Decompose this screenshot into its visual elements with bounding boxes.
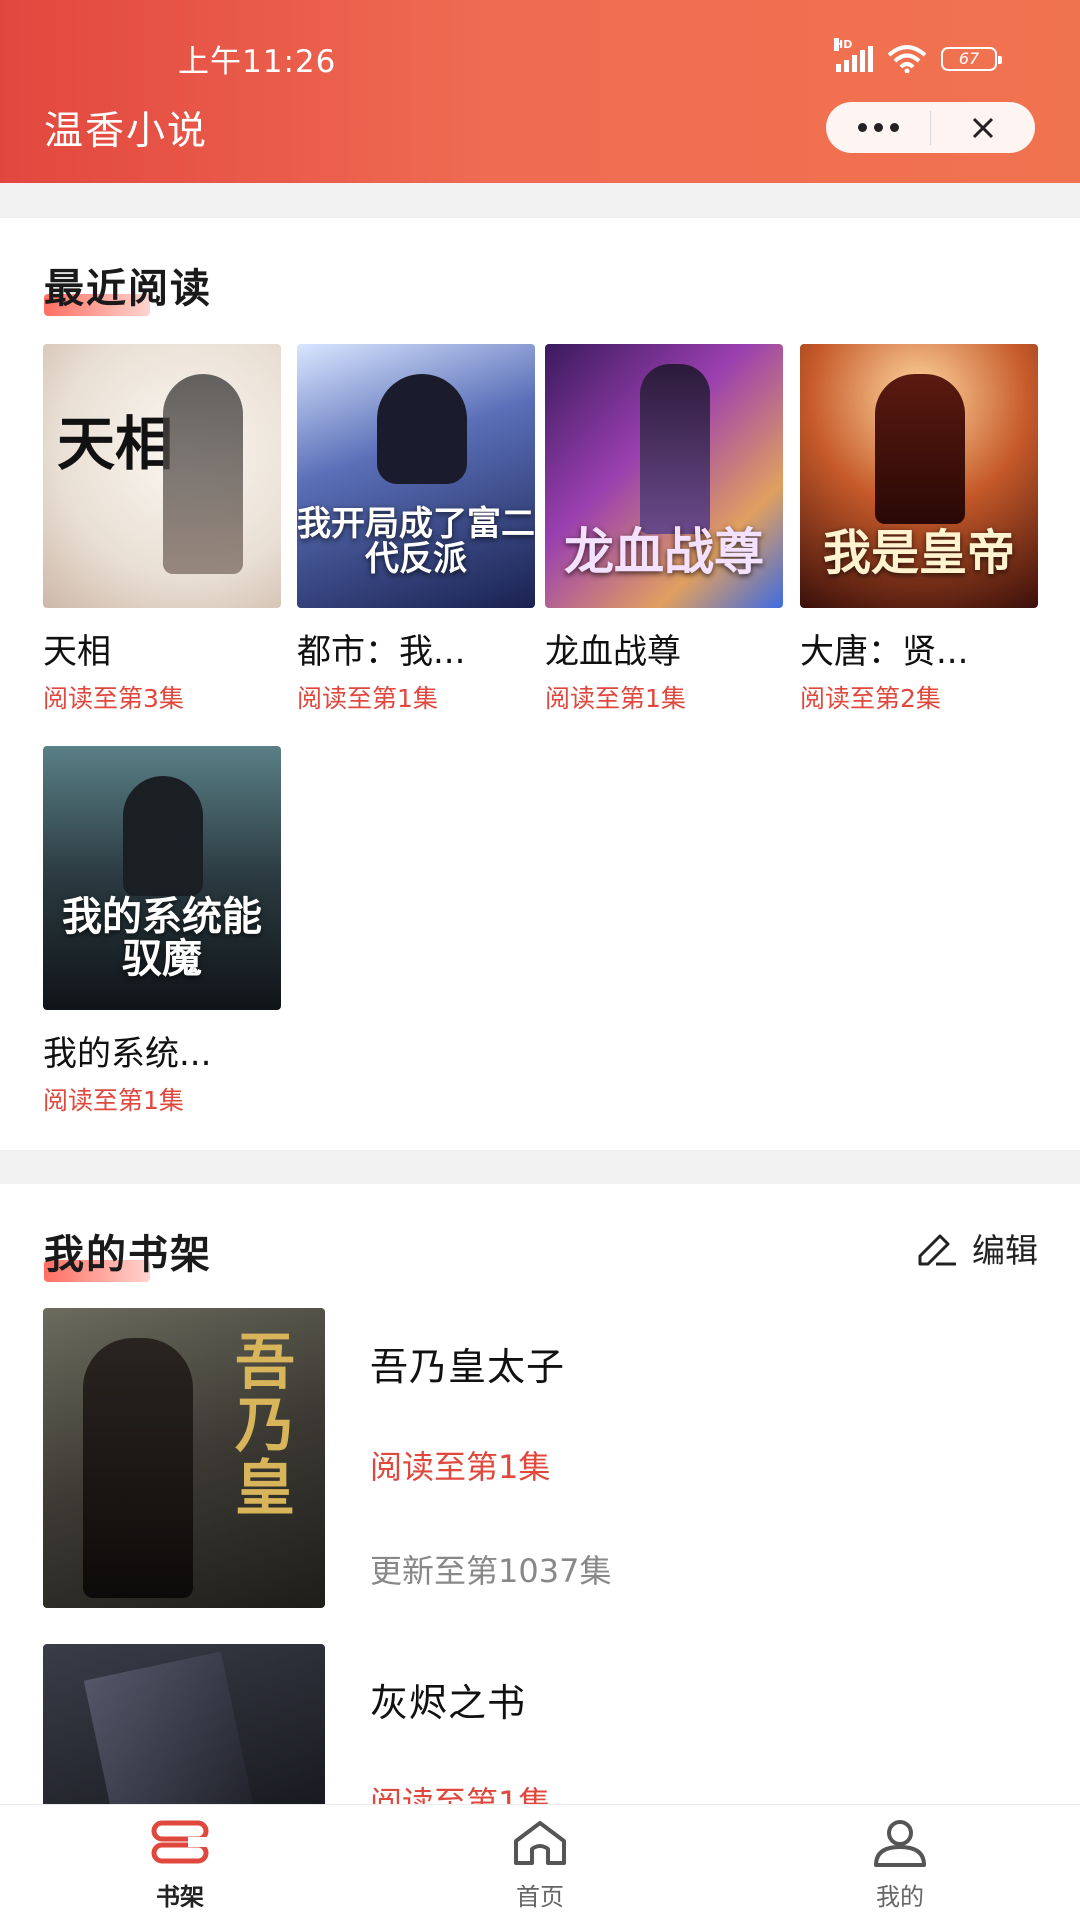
- edit-icon: [918, 1234, 956, 1266]
- recent-book-card[interactable]: 龙血战尊 龙血战尊 阅读至第1集: [545, 344, 783, 715]
- recent-book-card[interactable]: 我开局成了富二代反派 都市：我... 阅读至第1集: [297, 344, 535, 715]
- more-options-button[interactable]: [826, 102, 930, 153]
- book-cover: 龙血战尊: [545, 344, 783, 608]
- tab-label: 我的: [876, 1883, 924, 1911]
- tab-label: 首页: [516, 1883, 564, 1911]
- cover-title: 龙血战尊: [564, 522, 764, 581]
- cover-title: 我的系统能驭魔: [62, 894, 262, 982]
- recent-book-card[interactable]: 我是皇帝 大唐：贤... 阅读至第2集: [800, 344, 1038, 715]
- book-cover: 我的系统能驭魔: [43, 746, 281, 1010]
- app-header: 上午11:26 HD 67 温香小说: [0, 0, 1080, 183]
- recent-book-card[interactable]: 天相 天相 阅读至第3集: [43, 344, 281, 715]
- shelf-book-name: 吾乃皇太子: [370, 1345, 566, 1389]
- book-progress: 阅读至第1集: [545, 684, 686, 713]
- cover-title: 我开局成了富二代反派: [297, 503, 535, 580]
- battery-icon: 67: [941, 47, 1002, 71]
- tab-home[interactable]: 首页: [480, 1819, 600, 1912]
- tab-profile[interactable]: 我的: [840, 1819, 960, 1912]
- book-name: 都市：我...: [297, 632, 466, 672]
- shelf-book-item[interactable]: 灰烬之书 阅读至第1集: [43, 1644, 1043, 1804]
- tab-bookshelf[interactable]: 书架: [120, 1819, 240, 1912]
- book-cover: [43, 1644, 325, 1804]
- close-icon: [972, 117, 994, 138]
- shelf-book-progress: 阅读至第1集: [370, 1784, 551, 1804]
- mini-program-capsule: [826, 102, 1035, 153]
- shelf-book-progress: 阅读至第1集: [370, 1448, 551, 1486]
- my-bookshelf-section: 我的书架 编辑 吾乃皇 吾乃皇太子 阅读至第1集 更新至第1037集 灰烬之书 …: [0, 1184, 1080, 1804]
- shelf-book-update: 更新至第1037集: [370, 1552, 612, 1590]
- book-progress: 阅读至第2集: [800, 684, 941, 713]
- home-icon: [514, 1821, 566, 1865]
- recent-reading-section: 最近阅读 天相 天相 阅读至第3集 我开局成了富二代反派 都市：我... 阅读至…: [0, 218, 1080, 1150]
- tab-label: 书架: [156, 1883, 204, 1911]
- wifi-icon: [887, 45, 927, 73]
- book-cover: 吾乃皇: [43, 1308, 325, 1608]
- app-title: 温香小说: [44, 109, 209, 154]
- close-button[interactable]: [931, 102, 1035, 153]
- edit-button[interactable]: 编辑: [914, 1224, 1038, 1272]
- status-icons: HD 67: [834, 38, 1002, 76]
- book-cover: 天相: [43, 344, 281, 608]
- book-progress: 阅读至第3集: [43, 684, 184, 713]
- recent-book-card[interactable]: 我的系统能驭魔 我的系统... 阅读至第1集: [43, 746, 281, 1117]
- shelf-book-name: 灰烬之书: [370, 1681, 527, 1725]
- book-name: 我的系统...: [43, 1034, 212, 1074]
- bottom-tab-bar: 书架 首页 我的: [0, 1804, 1080, 1921]
- cover-title: 我是皇帝: [822, 524, 1015, 581]
- book-name: 龙血战尊: [545, 632, 681, 672]
- status-time: 上午11:26: [178, 44, 337, 80]
- book-cover: 我是皇帝: [800, 344, 1038, 608]
- shelf-book-item[interactable]: 吾乃皇 吾乃皇太子 阅读至第1集 更新至第1037集: [43, 1308, 1043, 1608]
- book-cover: 我开局成了富二代反派: [297, 344, 535, 608]
- edit-label: 编辑: [972, 1231, 1038, 1270]
- bookshelf-icon: [151, 1820, 209, 1864]
- book-name: 天相: [43, 632, 111, 672]
- recent-section-title: 最近阅读: [44, 256, 212, 316]
- shelf-section-title: 我的书架: [44, 1222, 212, 1282]
- signal-icon: HD: [834, 38, 873, 72]
- profile-icon: [874, 1820, 926, 1867]
- book-name: 大唐：贤...: [800, 632, 969, 672]
- book-progress: 阅读至第1集: [297, 684, 438, 713]
- book-progress: 阅读至第1集: [43, 1086, 184, 1115]
